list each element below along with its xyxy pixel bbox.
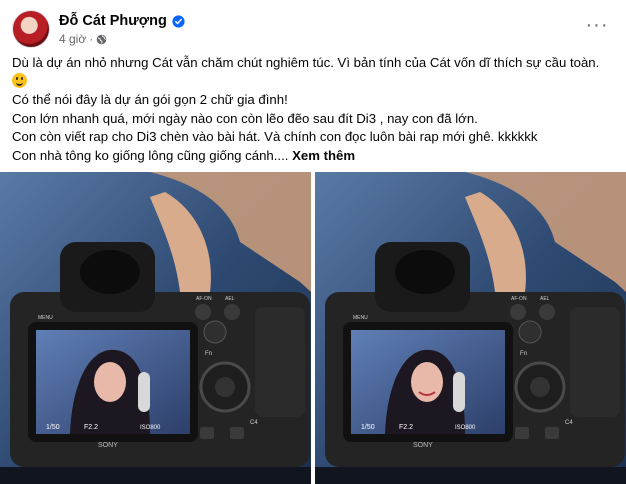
photo-bottom — [0, 467, 311, 484]
ael-button-label: AEL — [540, 296, 550, 302]
microphone — [453, 372, 465, 412]
joystick — [203, 320, 227, 344]
center-button — [530, 377, 550, 397]
post-line — [12, 72, 614, 92]
post-line-text: Con nhà tông ko giống lông cũng giống cá… — [12, 147, 289, 163]
menu-button-label: MENU — [38, 315, 53, 321]
post-text: Dù là dự án nhỏ nhưng Cát vẫn chăm chút … — [12, 54, 614, 166]
verified-badge-icon — [172, 14, 185, 28]
post-line: Con nhà tông ko giống lông cũng giống cá… — [12, 147, 614, 166]
af-on-button-label: AF-ON — [196, 296, 212, 302]
post-meta: 4 giờ · — [59, 32, 107, 46]
post-line: Con còn viết rap cho Di3 chèn vào bài há… — [12, 129, 538, 145]
author-row: Đỗ Cát Phượng — [59, 12, 185, 30]
see-more-link[interactable]: Xem thêm — [292, 148, 355, 163]
post-time[interactable]: 4 giờ — [59, 32, 86, 46]
fn-button-label: Fn — [205, 351, 212, 357]
delete-button — [545, 427, 559, 439]
iso-readout: ISO800 — [455, 425, 476, 431]
photo-bottom — [315, 467, 626, 484]
author-name[interactable]: Đỗ Cát Phượng — [59, 13, 167, 29]
playback-button — [200, 427, 214, 439]
ael-button — [539, 304, 555, 320]
avatar[interactable] — [12, 10, 50, 48]
ael-button-label: AEL — [225, 296, 235, 302]
shutter-readout: 1/50 — [46, 424, 60, 431]
iso-readout: ISO800 — [140, 425, 161, 431]
singer-face — [94, 362, 126, 402]
post-header: Đỗ Cát Phượng 4 giờ · ··· — [12, 8, 614, 48]
microphone — [138, 372, 150, 412]
fn-button-label: Fn — [520, 351, 527, 357]
viewfinder-eyepiece — [80, 250, 140, 294]
playback-button — [515, 427, 529, 439]
brand-logo: SONY — [413, 442, 433, 449]
shutter-readout: 1/50 — [361, 424, 375, 431]
photo-grid: 1/50 F2.2 ISO800 SONY MENU AF-ON AEL Fn … — [0, 172, 626, 484]
af-on-button — [195, 304, 211, 320]
aperture-readout: F2.2 — [84, 424, 98, 431]
camera-photo-left[interactable]: 1/50 F2.2 ISO800 SONY MENU AF-ON AEL Fn … — [0, 172, 311, 484]
af-on-button — [510, 304, 526, 320]
camera-photo-right[interactable]: 1/50 F2.2 ISO800 SONY MENU AF-ON AEL Fn … — [315, 172, 626, 484]
c4-button-label: C4 — [250, 420, 258, 426]
post-line: Con lớn nhanh quá, mới ngày nào con còn … — [12, 110, 478, 126]
brand-logo: SONY — [98, 442, 118, 449]
post-line: Dù là dự án nhỏ nhưng Cát vẫn chăm chút … — [12, 55, 600, 70]
globe-icon[interactable] — [96, 34, 107, 45]
camera-grip — [570, 307, 620, 417]
ael-button — [224, 304, 240, 320]
aperture-readout: F2.2 — [399, 424, 413, 431]
af-on-button-label: AF-ON — [511, 296, 527, 302]
delete-button — [230, 427, 244, 439]
post-line: Có thể nói đây là dự án gói gọn 2 chữ gi… — [12, 92, 288, 108]
more-options-button[interactable]: ··· — [584, 12, 610, 38]
meta-separator: · — [89, 32, 94, 46]
smiley-emoji — [12, 72, 27, 88]
c4-button-label: C4 — [565, 420, 573, 426]
center-button — [215, 377, 235, 397]
joystick — [518, 320, 542, 344]
camera-grip — [255, 307, 305, 417]
menu-button-label: MENU — [353, 315, 368, 321]
viewfinder-eyepiece — [395, 250, 455, 294]
